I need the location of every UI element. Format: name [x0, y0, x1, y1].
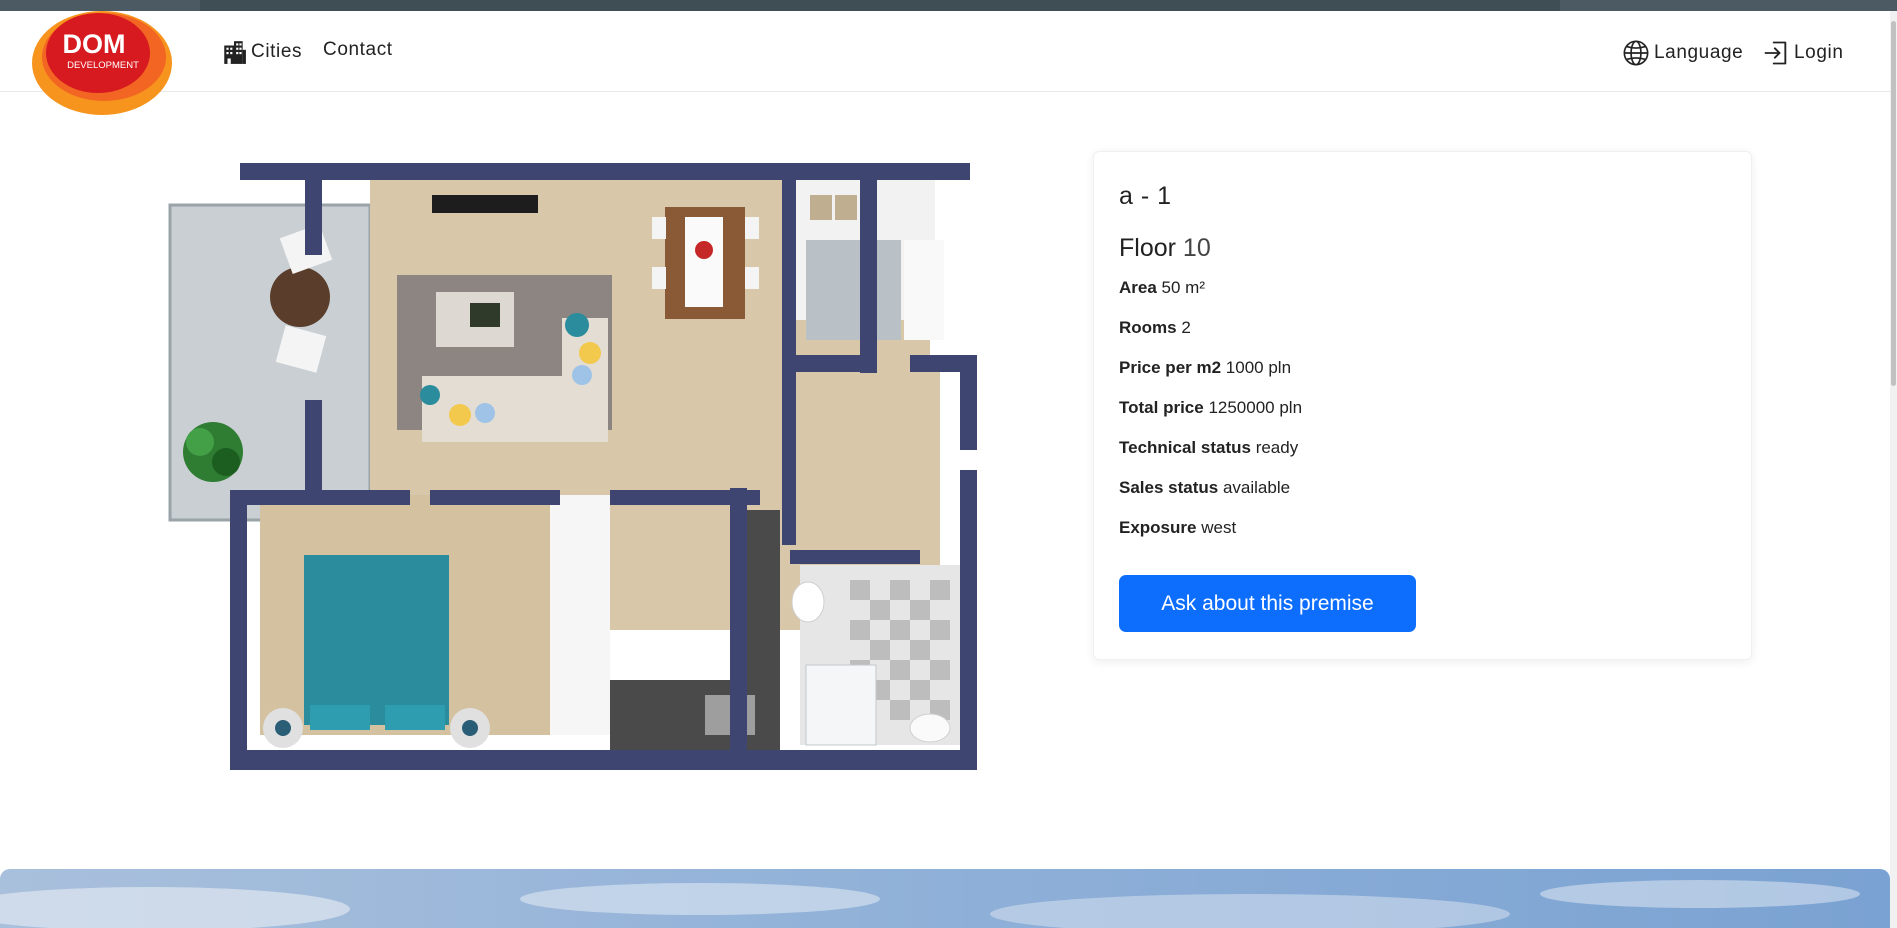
floor-value: 10: [1182, 234, 1211, 262]
exposure-value: west: [1201, 518, 1237, 537]
area-row: Area 50 m²: [1119, 278, 1205, 298]
wardrobe: [550, 495, 610, 735]
total-price-row: Total price 1250000 pln: [1119, 398, 1302, 418]
login-arrow-icon: [1764, 41, 1787, 65]
nav-login[interactable]: Login: [1762, 39, 1844, 67]
price-per-m2-label: Price per m2: [1119, 358, 1222, 377]
building-icon: [224, 41, 246, 64]
premise-title: a - 1: [1119, 182, 1172, 210]
tv: [432, 195, 538, 213]
sales-status-label: Sales status: [1119, 478, 1219, 497]
nav-cities-label: Cities: [251, 41, 303, 62]
sales-status-value: available: [1222, 478, 1291, 497]
nav-language-label: Language: [1654, 42, 1744, 63]
globe-icon: [1623, 40, 1649, 66]
nav-login-label: Login: [1794, 42, 1844, 63]
floor-plan-image: [168, 163, 977, 770]
toilet: [791, 581, 825, 623]
technical-status-label: Technical status: [1119, 438, 1251, 457]
sink: [909, 713, 951, 743]
total-price-value: 1250000 pln: [1208, 398, 1303, 417]
price-per-m2-row: Price per m2 1000 pln: [1119, 358, 1291, 378]
price-per-m2-value: 1000 pln: [1225, 358, 1292, 377]
technical-status-value: ready: [1255, 438, 1299, 457]
browser-top-strip: [0, 0, 1897, 11]
rooms-label: Rooms: [1119, 318, 1177, 337]
nav-cities[interactable]: Cities: [221, 39, 302, 65]
scrollbar-thumb[interactable]: [1891, 21, 1896, 386]
sky-banner-image: [0, 869, 1890, 928]
sales-status-row: Sales status available: [1119, 478, 1290, 498]
rooms-row: Rooms 2: [1119, 318, 1191, 338]
nav-language[interactable]: Language: [1622, 39, 1743, 67]
premise-details-card: a - 1 Floor 10 Area 50 m² Rooms 2 Price …: [1093, 151, 1752, 660]
rooms-value: 2: [1181, 318, 1191, 337]
navbar: DOM DEVELOPMENT Cities Contact Language: [0, 11, 1890, 115]
dom-logo[interactable]: DOM DEVELOPMENT: [28, 11, 174, 117]
bed: [304, 555, 449, 725]
nav-contact[interactable]: Contact: [323, 39, 393, 61]
logo-text-dom: DOM: [63, 29, 126, 59]
page-scrollbar[interactable]: [1890, 11, 1897, 928]
logo-text-development: DEVELOPMENT: [67, 60, 139, 71]
ask-about-premise-button[interactable]: Ask about this premise: [1119, 575, 1416, 632]
premise-floor: Floor 10: [1119, 234, 1211, 263]
balcony-plant: [183, 422, 243, 482]
technical-status-row: Technical status ready: [1119, 438, 1298, 458]
shower: [805, 664, 877, 746]
exposure-label: Exposure: [1119, 518, 1197, 537]
balcony-table: [270, 267, 330, 327]
nav-contact-label: Contact: [323, 39, 393, 60]
area-value: 50 m²: [1161, 278, 1206, 297]
total-price-label: Total price: [1119, 398, 1204, 417]
area-label: Area: [1119, 278, 1157, 297]
exposure-row: Exposure west: [1119, 518, 1236, 538]
floor-label: Floor: [1119, 234, 1176, 262]
